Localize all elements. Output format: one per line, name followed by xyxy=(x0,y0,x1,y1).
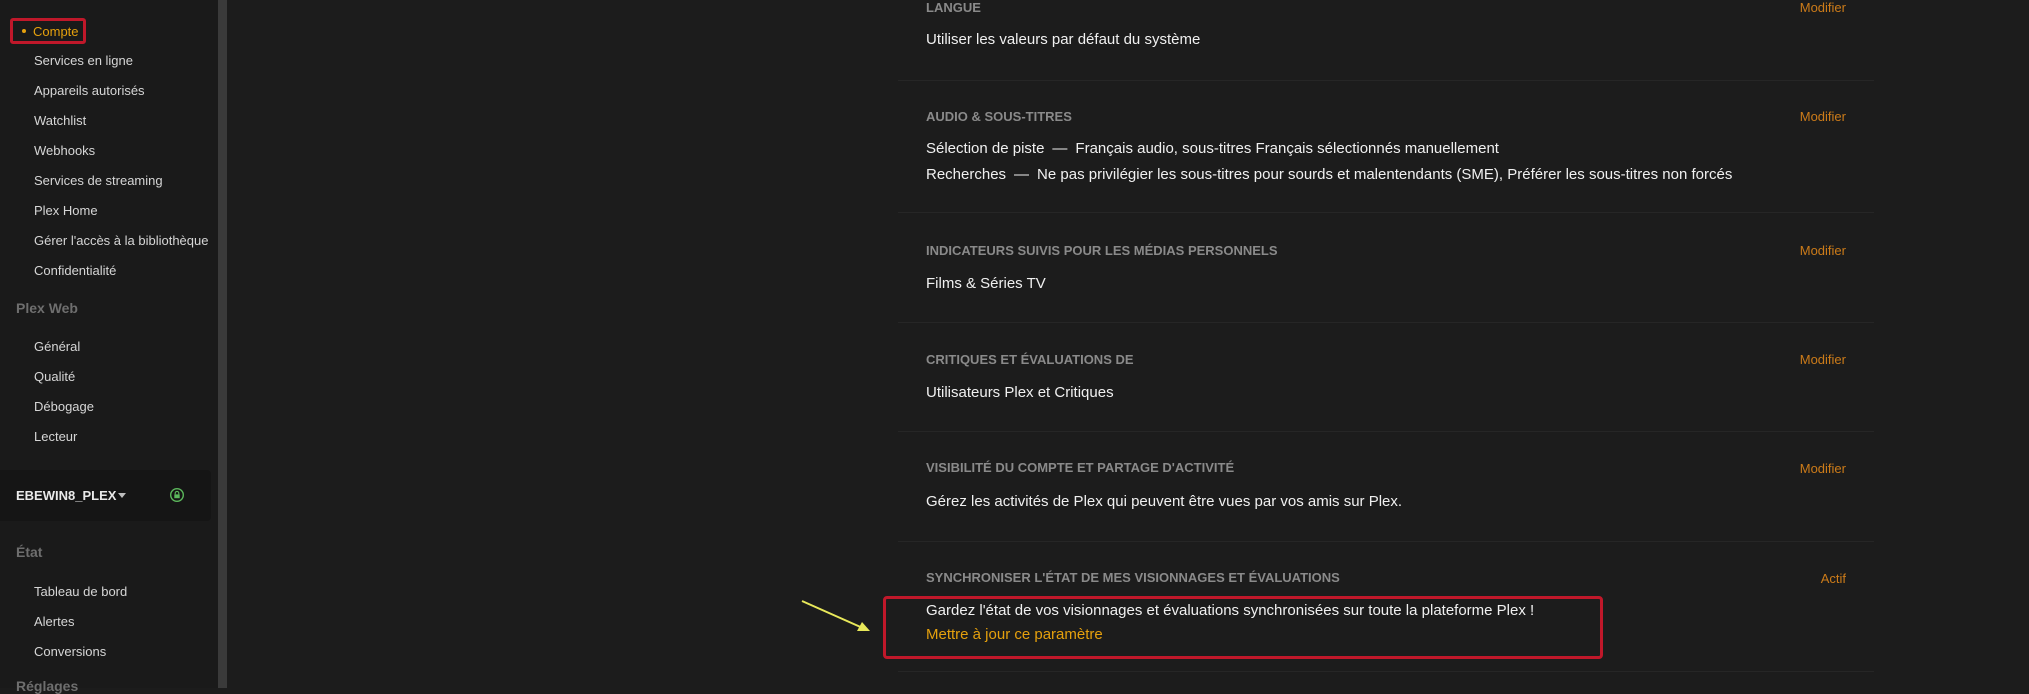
setting-title: SYNCHRONISER L'ÉTAT DE MES VISIONNAGES E… xyxy=(926,570,1340,585)
sidebar-item-general[interactable]: Général xyxy=(34,339,80,354)
sidebar-item-webhooks[interactable]: Webhooks xyxy=(34,143,95,158)
setting-value: Films & Séries TV xyxy=(926,275,1046,292)
setting-title: INDICATEURS SUIVIS POUR LES MÉDIAS PERSO… xyxy=(926,243,1278,258)
sidebar-item-compte[interactable]: Compte xyxy=(10,18,86,44)
sidebar-item-qualite[interactable]: Qualité xyxy=(34,369,75,384)
setting-visibilite-compte: VISIBILITÉ DU COMPTE ET PARTAGE D'ACTIVI… xyxy=(898,431,1874,542)
setting-value: Utilisateurs Plex et Critiques xyxy=(926,384,1114,401)
setting-value-track-selection: Sélection de piste — Français audio, sous-… xyxy=(926,140,1499,157)
status-actif[interactable]: Actif xyxy=(1821,571,1846,586)
section-heading-plex-web: Plex Web xyxy=(16,300,78,316)
modifier-link[interactable]: Modifier xyxy=(1800,243,1846,258)
sidebar-item-debogage[interactable]: Débogage xyxy=(34,399,94,414)
settings-sidebar: Compte Services en ligne Appareils autor… xyxy=(0,0,218,694)
modifier-link[interactable]: Modifier xyxy=(1800,461,1846,476)
sidebar-item-alertes[interactable]: Alertes xyxy=(34,614,74,629)
modifier-link[interactable]: Modifier xyxy=(1800,0,1846,15)
chevron-down-icon[interactable] xyxy=(118,493,126,498)
sidebar-item-plex-home[interactable]: Plex Home xyxy=(34,203,98,218)
annotation-highlight-box xyxy=(883,596,1603,659)
sidebar-item-confidentialite[interactable]: Confidentialité xyxy=(34,263,116,278)
lock-icon xyxy=(170,488,184,502)
setting-langue: LANGUE Modifier Utiliser les valeurs par… xyxy=(898,0,1874,81)
sidebar-scrollbar[interactable] xyxy=(218,0,227,688)
sidebar-item-library-access[interactable]: Gérer l'accès à la bibliothèque xyxy=(34,233,208,248)
sidebar-item-watchlist[interactable]: Watchlist xyxy=(34,113,86,128)
server-name[interactable]: EBEWIN8_PLEX xyxy=(16,488,116,503)
setting-title: AUDIO & SOUS-TITRES xyxy=(926,109,1072,124)
modifier-link[interactable]: Modifier xyxy=(1800,352,1846,367)
modifier-link[interactable]: Modifier xyxy=(1800,109,1846,124)
section-heading-reglages: Réglages xyxy=(16,678,79,694)
setting-value-recherches: Recherches — Ne pas privilégier les sous-t… xyxy=(926,166,1733,183)
setting-title: VISIBILITÉ DU COMPTE ET PARTAGE D'ACTIVI… xyxy=(926,460,1235,475)
setting-audio-sous-titres: AUDIO & SOUS-TITRES Modifier Sélection d… xyxy=(898,80,1874,213)
sidebar-item-tableau-de-bord[interactable]: Tableau de bord xyxy=(34,584,127,599)
section-heading-etat: État xyxy=(16,544,43,560)
sidebar-item-conversions[interactable]: Conversions xyxy=(34,644,106,659)
sidebar-item-services-de-streaming[interactable]: Services de streaming xyxy=(34,173,163,188)
annotation-arrow-icon xyxy=(801,600,870,631)
active-indicator-dot xyxy=(22,29,26,33)
sidebar-item-lecteur[interactable]: Lecteur xyxy=(34,429,77,444)
setting-title: LANGUE xyxy=(926,0,981,15)
sidebar-item-services-en-ligne[interactable]: Services en ligne xyxy=(34,53,133,68)
setting-title: CRITIQUES ET ÉVALUATIONS DE xyxy=(926,352,1134,367)
sidebar-item-label: Compte xyxy=(33,23,79,39)
setting-value: Utiliser les valeurs par défaut du systè… xyxy=(926,31,1201,48)
setting-value: Gérez les activités de Plex qui peuvent … xyxy=(926,493,1403,510)
setting-critiques-evaluations: CRITIQUES ET ÉVALUATIONS DE Modifier Uti… xyxy=(898,322,1874,432)
sidebar-item-appareils-autorises[interactable]: Appareils autorisés xyxy=(34,83,145,98)
setting-indicateurs-suivis: INDICATEURS SUIVIS POUR LES MÉDIAS PERSO… xyxy=(898,212,1874,323)
